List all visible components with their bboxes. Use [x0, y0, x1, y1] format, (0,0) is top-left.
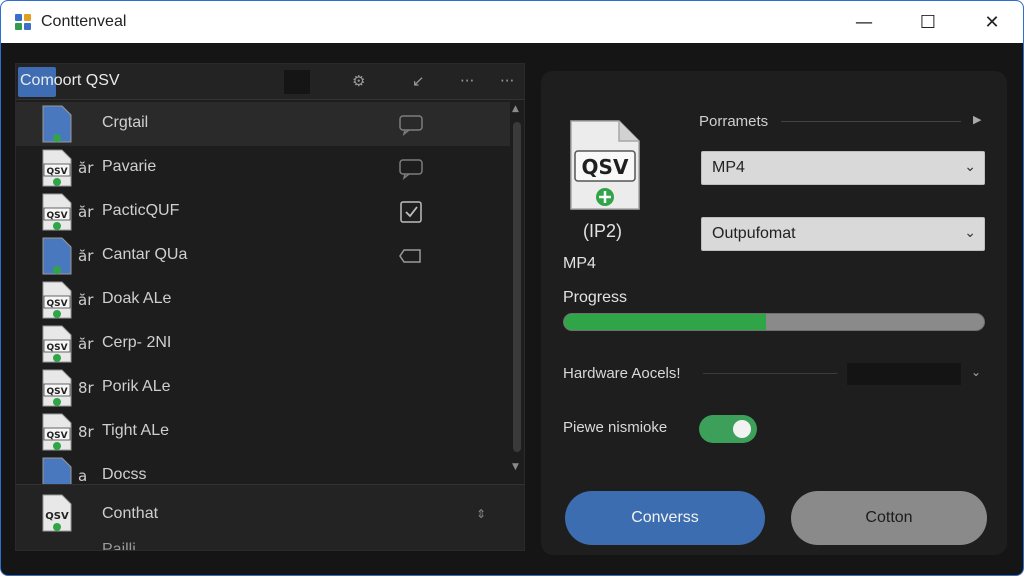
hardware-acceleration-select[interactable] [847, 363, 961, 385]
file-list-item[interactable]: QSV 8r Porik ALe [16, 366, 510, 410]
parameters-divider [781, 121, 961, 122]
file-list-item-label: Crgtail [102, 114, 149, 131]
file-icon-text: QSV [46, 211, 67, 221]
file-list-item-label: Porik ALe [102, 378, 171, 395]
close-button[interactable]: ✕ [969, 1, 1015, 43]
message-icon[interactable] [398, 156, 424, 180]
file-list-item[interactable]: QSV ăr Doak ALe [16, 278, 510, 322]
progress-label: Progress [563, 289, 628, 306]
blue-file-icon [42, 105, 72, 143]
app-window: Conttenveal — ☐ ✕ Comoort QSV ⚙ ↙ ··· ··… [0, 0, 1024, 576]
file-list-item[interactable]: QSV ăr PacticQUF [16, 190, 510, 234]
format-select-value: MP4 [712, 159, 745, 176]
qsv-file-icon: QSV [42, 281, 72, 319]
file-list-item-label: Pavarie [102, 158, 157, 175]
next-item-label[interactable]: Pailli [102, 541, 136, 550]
collapse-icon[interactable]: ↙ [412, 72, 425, 90]
file-list-item-prefix: ăr [78, 291, 94, 309]
file-list-item-label: Cantar QUa [102, 246, 188, 263]
file-list-item[interactable]: QSV ăr Cerp- 2NI [16, 322, 510, 366]
scroll-up-icon[interactable]: ▲ [512, 104, 519, 114]
footer-file-text: QSV [45, 511, 69, 522]
progress-bar [563, 313, 985, 331]
file-list-item-label: Doak ALe [102, 290, 172, 307]
file-list-footer: QSV Conthat ⇕ Pailli [16, 484, 524, 550]
file-icon-text: QSV [46, 431, 67, 441]
file-list-title: Comoort QSV [20, 72, 120, 89]
file-list-item-prefix: ăr [78, 159, 94, 177]
minimize-button[interactable]: — [841, 1, 887, 43]
qsv-file-icon: QSV [42, 193, 72, 231]
file-format-label: MP4 [563, 255, 596, 272]
file-list-item-label: Cerp- 2NI [102, 334, 172, 351]
app-logo-icon [15, 14, 31, 30]
file-list-item-prefix: a [78, 467, 88, 485]
scrollbar-thumb[interactable] [513, 122, 521, 452]
scrollbar[interactable]: ▲ ▼ [510, 100, 524, 476]
qsv-file-icon: QSV [42, 325, 72, 363]
hardware-divider [703, 373, 837, 374]
message-icon[interactable] [398, 112, 424, 136]
file-list-item-prefix: ăr [78, 247, 94, 265]
progress-fill [564, 314, 766, 330]
file-list-item-prefix: ăr [78, 203, 94, 221]
output-format-value: Outpufomat [712, 225, 796, 242]
file-list-item-prefix: 8r [78, 423, 94, 441]
file-icon-text: QSV [46, 387, 67, 397]
window-title: Conttenveal [41, 13, 127, 30]
file-list-item[interactable]: QSV 8r Tight ALe [16, 410, 510, 454]
expand-arrow-icon[interactable]: ▶ [973, 113, 981, 126]
file-list-item[interactable]: QSV ăr Pavarie [16, 146, 510, 190]
maximize-button[interactable]: ☐ [905, 1, 951, 43]
preview-label: Piewe nismioke [563, 419, 668, 436]
convert-button[interactable]: Converss [565, 491, 765, 545]
file-list-item-label: Tight ALe [102, 422, 170, 439]
qsv-file-icon: QSV [42, 369, 72, 407]
tag-icon[interactable] [398, 244, 424, 268]
qsv-file-icon: QSV [570, 120, 640, 210]
cancel-button[interactable]: Cotton [791, 491, 987, 545]
settings-icon[interactable]: ⚙ [352, 72, 365, 90]
file-list-item[interactable]: ăr Cantar QUa [16, 234, 510, 278]
hardware-acceleration-label: Hardware Aocels! [563, 365, 681, 382]
checkbox-icon[interactable] [398, 200, 424, 224]
file-icon-text: QSV [46, 167, 67, 177]
chevron-down-icon: ⌄ [964, 224, 976, 240]
scroll-down-icon[interactable]: ▼ [512, 462, 519, 472]
file-list-item-label: PacticQUF [102, 202, 180, 219]
toggle-knob [733, 420, 751, 438]
more-options-icon[interactable]: ··· [460, 72, 474, 90]
big-file-text: QSV [582, 155, 629, 179]
header-placeholder [284, 70, 310, 94]
title-bar: Conttenveal — ☐ ✕ [1, 1, 1023, 43]
preview-toggle[interactable] [699, 415, 757, 443]
file-list-item-label: Docss [102, 466, 147, 483]
overflow-menu-icon[interactable]: ··· [500, 72, 514, 90]
file-icon-text: QSV [46, 343, 67, 353]
qsv-file-icon: QSV [42, 413, 72, 451]
format-select[interactable]: MP4 ⌄ [701, 151, 985, 185]
chevron-down-icon: ⌄ [964, 158, 976, 174]
output-format-select[interactable]: Outpufomat ⌄ [701, 217, 985, 251]
qsv-file-icon: QSV [42, 149, 72, 187]
file-list-panel: Comoort QSV ⚙ ↙ ··· ··· Crgtail QSV ăr Pava… [15, 63, 525, 551]
file-caption: (IP2) [583, 221, 623, 241]
file-list-item-prefix: ăr [78, 335, 94, 353]
footer-pin-icon[interactable]: ⇕ [476, 507, 486, 521]
chevron-down-icon[interactable]: ⌄ [971, 365, 981, 379]
blue-file-icon [42, 237, 72, 275]
file-icon-text: QSV [46, 299, 67, 309]
file-list-header: Comoort QSV ⚙ ↙ ··· ··· [16, 64, 524, 100]
file-list-item[interactable]: Crgtail [16, 102, 510, 146]
parameters-panel: QSV (IP2) MP4 Porramets ▶ MP4 ⌄ Outpufom… [541, 71, 1007, 555]
parameters-label: Porramets [699, 113, 769, 130]
footer-item-label[interactable]: Conthat [102, 505, 158, 523]
qsv-file-icon: QSV [42, 494, 72, 532]
file-list-item-prefix: 8r [78, 379, 94, 397]
